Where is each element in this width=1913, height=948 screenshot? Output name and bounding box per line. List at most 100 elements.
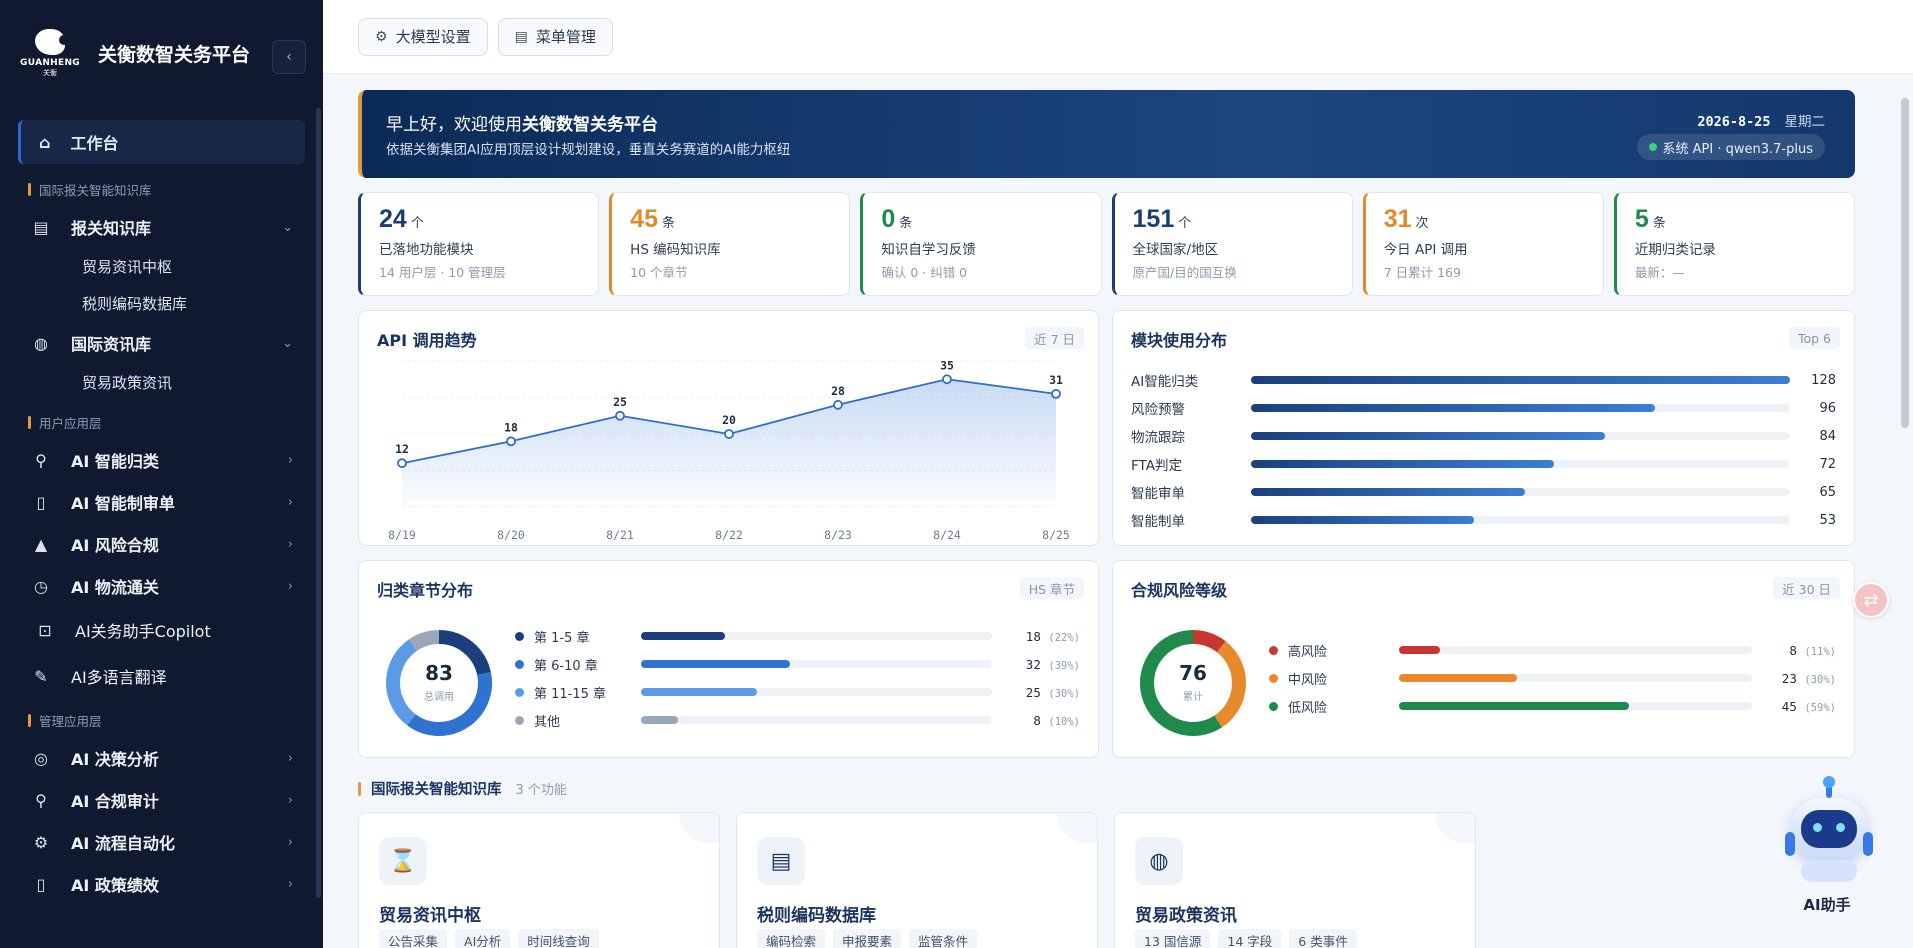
scrollbar-thumb[interactable]: [1901, 98, 1909, 428]
feature-card[interactable]: ▤ 税则编码数据库 编码检索 申报要素 监管条件: [736, 812, 1098, 948]
legend-track: [641, 632, 992, 640]
llm-settings-button[interactable]: ⚙ 大模型设置: [358, 17, 488, 56]
legend-percent: (11%): [1804, 645, 1836, 658]
greeting-name: 关衡数智关务平台: [522, 115, 658, 135]
bar-label: 智能制单: [1131, 514, 1185, 530]
translate-icon: ✎: [34, 666, 48, 686]
data-point[interactable]: [506, 436, 516, 447]
legend-percent: (30%): [1804, 673, 1836, 686]
data-point[interactable]: [397, 458, 407, 469]
topbar: ⚙ 大模型设置 ▤ 菜单管理: [323, 0, 1913, 74]
check-circle-icon: ◎: [34, 748, 48, 768]
welcome-banner: 早上好，欢迎使用关衡数智关务平台 依据关衡集团AI应用顶层设计规划建设，垂直关务…: [358, 90, 1855, 178]
legend-label: 第 11-15 章: [534, 686, 607, 702]
sidebar-item-ai-copilot[interactable]: ⊡ AI关务助手Copilot: [18, 607, 305, 653]
sidebar-item-intl-info-lib[interactable]: ◍ 国际资讯库 ⌄: [18, 322, 305, 364]
sidebar-scrollbar[interactable]: [316, 108, 321, 898]
section-title: 国际报关智能知识库: [371, 782, 502, 798]
banner-greeting: 早上好，欢迎使用关衡数智关务平台: [386, 110, 658, 135]
feature-card[interactable]: ◍ 贸易政策资讯 13 国信源 14 字段 6 类事件: [1114, 812, 1476, 948]
sidebar-item-trade-info-hub[interactable]: 贸易资讯中枢: [18, 248, 305, 285]
sidebar-item-ai-audit[interactable]: ⚲ AI 合规审计 ›: [18, 779, 305, 821]
api-status-badge: 系统 API · qwen3.7-plus: [1636, 134, 1825, 160]
card-tag: HS 章节: [1019, 577, 1084, 599]
legend-dot-icon: [515, 659, 524, 669]
stat-number: 31: [1383, 205, 1412, 233]
collapse-sidebar-button[interactable]: ‹: [272, 40, 306, 74]
sidebar-item-ai-policy[interactable]: ▯ AI 政策绩效 ›: [18, 863, 305, 905]
legend-count: 18: [1025, 628, 1041, 644]
robot-head-icon: [1785, 798, 1873, 860]
legend-count: 23: [1781, 670, 1797, 686]
stat-sub: 原产国/目的国互换: [1132, 265, 1237, 280]
robot-face-icon: [1801, 810, 1857, 848]
chevron-right-icon: ›: [287, 536, 293, 552]
stat-value: 31 次: [1384, 205, 1603, 234]
sidebar-item-ai-docs[interactable]: ▯ AI 智能制审单 ›: [18, 481, 305, 523]
fish-logo-icon: [35, 28, 69, 55]
bar-value: 72: [1819, 456, 1836, 472]
sidebar-item-ai-rpa[interactable]: ⚙ AI 流程自动化 ›: [18, 821, 305, 863]
sidebar-item-label: AI多语言翻译: [71, 668, 167, 687]
stat-sub: 确认 0 · 纠错 0: [881, 265, 968, 280]
feature-tag: 申报要素: [833, 929, 902, 948]
feature-tags: 13 国信源 14 字段 6 类事件: [1135, 929, 1357, 948]
sidebar-item-workbench[interactable]: ⌂ 工作台: [18, 120, 305, 164]
pie-slice[interactable]: [1192, 630, 1226, 653]
sidebar-item-label: AI 政策绩效: [71, 876, 159, 895]
data-point[interactable]: [724, 429, 734, 439]
menu-management-button[interactable]: ▤ 菜单管理: [497, 17, 613, 56]
x-tick-label: 8/22: [715, 528, 743, 542]
api-trend-card: API 调用趋势 近 7 日 12 8/19 18 8/20 25 8/21 20 8/22 2…: [358, 310, 1099, 546]
legend-value: 8 (11%): [1789, 643, 1836, 658]
legend-dot-icon: [1269, 673, 1278, 683]
bar-label: 智能审单: [1131, 486, 1185, 502]
translate-float-button[interactable]: ⇄: [1853, 582, 1889, 618]
banner-date: 2026-8-25 星期二: [1697, 110, 1825, 130]
data-point[interactable]: [942, 374, 952, 385]
legend-track: [1399, 646, 1752, 654]
legend-count: 8: [1033, 712, 1041, 728]
sidebar-item-label: 报关知识库: [71, 219, 152, 238]
robot-eye-icon: [1813, 823, 1822, 832]
stat-unit: 次: [1415, 216, 1429, 231]
bar-row: FTA判定 72: [1131, 455, 1836, 475]
feature-title: 税则编码数据库: [757, 906, 876, 926]
stat-unit: 个: [410, 216, 424, 231]
ai-assistant-button[interactable]: AI助手: [1777, 776, 1877, 920]
donut-center-value: 83: [425, 661, 453, 685]
sidebar-item-ai-classify[interactable]: ⚲ AI 智能归类 ›: [18, 439, 305, 481]
data-point[interactable]: [1051, 388, 1061, 399]
sidebar-item-ai-decision[interactable]: ◎ AI 决策分析 ›: [18, 737, 305, 779]
bar-label: 风险预警: [1131, 402, 1185, 418]
chevron-down-icon: ⌄: [282, 219, 293, 235]
pie-slice[interactable]: [408, 630, 440, 652]
sidebar-item-label: 工作台: [70, 134, 119, 153]
main-scrollbar[interactable]: [1901, 80, 1909, 940]
feature-card[interactable]: ⌛ 贸易资讯中枢 公告采集 AI分析 时间线查询: [358, 812, 720, 948]
sidebar-item-ai-translate[interactable]: ✎ AI多语言翻译: [18, 653, 305, 699]
data-point[interactable]: [833, 399, 843, 410]
stat-sub: 14 用户层 · 10 管理层: [379, 265, 506, 280]
globe-icon: ◍: [34, 333, 48, 353]
legend-dot-icon: [515, 687, 524, 697]
chevron-right-icon: ›: [287, 494, 293, 510]
risk-level-card: 合规风险等级 近 30 日 76 累计 高风险 8 (11%) 中风险 23 (30%…: [1112, 560, 1855, 758]
bar-value: 128: [1811, 372, 1836, 388]
sidebar-item-tariff-db[interactable]: 税则编码数据库: [18, 285, 305, 322]
donut-center-label: 累计: [1183, 692, 1203, 703]
data-point[interactable]: [615, 410, 625, 421]
sidebar-item-trade-policy-info[interactable]: 贸易政策资讯: [18, 364, 305, 401]
sidebar-item-label: AI 流程自动化: [71, 834, 175, 853]
legend-item: 低风险 45 (59%): [1269, 697, 1836, 716]
x-tick-label: 8/19: [388, 528, 416, 542]
chevron-left-icon: ‹: [286, 49, 292, 65]
sidebar-item-customs-kb[interactable]: ▤ 报关知识库 ⌄: [18, 206, 305, 248]
sidebar-item-label: AI 风险合规: [71, 536, 159, 555]
sidebar-item-ai-risk[interactable]: ▲ AI 风险合规 ›: [18, 523, 305, 565]
api-trend-chart: 12 8/19 18 8/20 25 8/21 20 8/22 28 8/23 35 8/24 31 8/…: [388, 358, 1070, 542]
feature-tags: 编码检索 申报要素 监管条件: [757, 929, 978, 948]
x-tick-label: 8/20: [497, 528, 525, 542]
sidebar-item-ai-logistics[interactable]: ◷ AI 物流通关 ›: [18, 565, 305, 607]
stat-number: 24: [379, 205, 407, 233]
